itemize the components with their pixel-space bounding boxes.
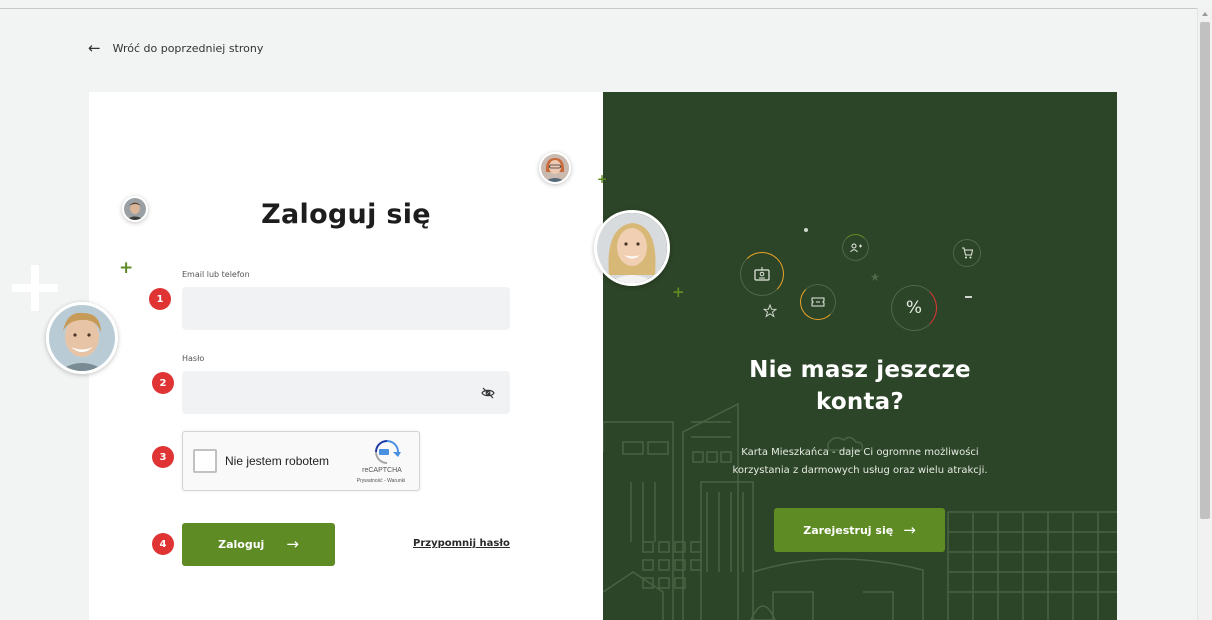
percent-symbol: % [905, 298, 923, 318]
register-panel: % + Nie masz jeszcze konta? Karta Mieszk… [603, 92, 1117, 620]
star-icon [870, 272, 880, 281]
step-badge-3: 3 [152, 446, 174, 468]
eye-slash-icon[interactable] [481, 387, 495, 399]
id-card-icon [740, 252, 784, 296]
decorative-plus-icon: + [672, 283, 685, 301]
add-user-icon [842, 234, 869, 261]
register-description: Karta Mieszkańca - daje Ci ogromne możli… [732, 447, 988, 476]
decorative-plus-icon [12, 265, 58, 311]
arrow-right-icon: → [286, 535, 299, 553]
back-link-label: Wróć do poprzedniej strony [112, 42, 264, 55]
recaptcha-logo-icon [375, 440, 401, 464]
avatar [46, 302, 118, 374]
register-button-label: Zarejestruj się [803, 523, 894, 537]
scroll-thumb[interactable] [1200, 22, 1210, 519]
window-top-border [0, 8, 1197, 9]
decorative-dot [804, 228, 808, 232]
forgot-password-link[interactable]: Przypomnij hasło [413, 538, 510, 549]
recaptcha-label: Nie jestem robotem [225, 454, 330, 468]
avatar [539, 152, 571, 184]
login-button[interactable]: Zaloguj → [182, 523, 335, 566]
avatar [594, 210, 670, 286]
step-badge-1: 1 [149, 288, 171, 310]
login-button-label: Zaloguj [218, 538, 265, 551]
back-link[interactable]: ← Wróć do poprzedniej strony [88, 41, 263, 56]
email-label: Email lub telefon [182, 270, 250, 279]
star-icon [763, 304, 777, 318]
recaptcha-widget: Nie jestem robotem reCAPTCHA Prywatność … [182, 431, 420, 491]
arrow-left-icon: ← [88, 39, 101, 57]
password-input[interactable] [182, 371, 510, 414]
email-input[interactable] [182, 287, 510, 330]
register-title: Nie masz jeszcze konta? [749, 357, 971, 415]
cart-icon [953, 239, 981, 267]
avatar [122, 196, 148, 222]
password-label: Hasło [182, 354, 205, 363]
page-scrollbar[interactable] [1197, 8, 1212, 620]
recaptcha-links[interactable]: Prywatność - Warunki [341, 478, 421, 484]
register-button[interactable]: Zarejestruj się → [774, 508, 945, 552]
percent-badge-icon: % [891, 285, 937, 331]
step-badge-4: 4 [152, 533, 174, 555]
arrow-right-icon: → [903, 520, 916, 539]
login-panel: Zaloguj się + Email lub telefon Hasło 1 … [89, 92, 603, 620]
decorative-dash [965, 296, 972, 298]
ticket-icon [800, 284, 836, 320]
scroll-up-arrow-icon[interactable] [1202, 12, 1208, 16]
step-badge-2: 2 [152, 372, 174, 394]
login-title: Zaloguj się [261, 199, 431, 230]
recaptcha-checkbox[interactable] [193, 449, 217, 473]
decorative-plus-icon: + [119, 258, 134, 278]
decorative-plus-icon: + [597, 172, 608, 186]
recaptcha-brand: reCAPTCHA [362, 467, 402, 474]
